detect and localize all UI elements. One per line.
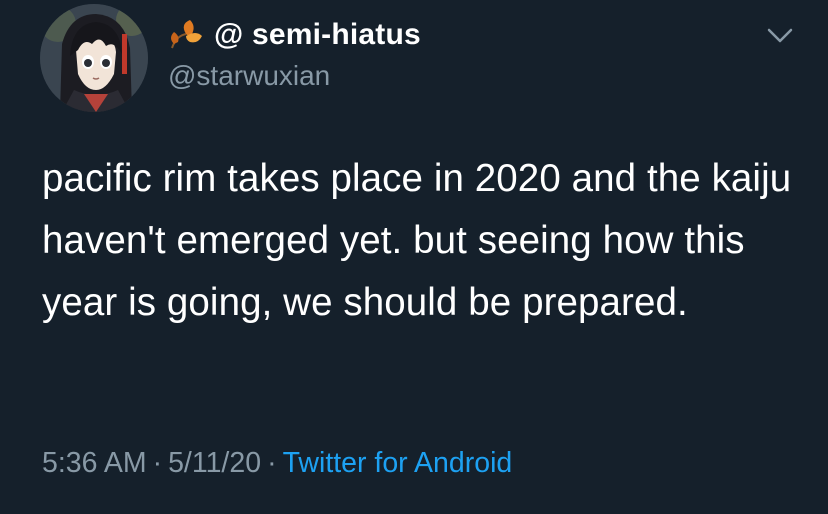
- meta-separator: ·: [152, 447, 163, 479]
- avatar[interactable]: [40, 4, 148, 112]
- meta-separator-2: ·: [267, 447, 277, 479]
- author-name-row[interactable]: @ semi-hiatus: [166, 16, 421, 54]
- tweet-time[interactable]: 5:36 AM: [42, 447, 147, 479]
- tweet-metadata: 5:36 AM · 5/11/20 · Twitter for Android: [42, 447, 512, 480]
- tweet-text: pacific rim takes place in 2020 and the …: [42, 157, 792, 324]
- autumn-leaf-icon: [166, 18, 204, 52]
- display-name: @ semi-hiatus: [214, 18, 421, 51]
- avatar-image: [40, 4, 148, 112]
- tweet-source-link[interactable]: Twitter for Android: [283, 447, 513, 479]
- tweet-date[interactable]: 5/11/20: [168, 447, 261, 479]
- chevron-down-icon[interactable]: [766, 26, 794, 46]
- user-handle[interactable]: @starwuxian: [168, 60, 330, 92]
- tweet-card: @ semi-hiatus @starwuxian pacific rim ta…: [0, 0, 828, 514]
